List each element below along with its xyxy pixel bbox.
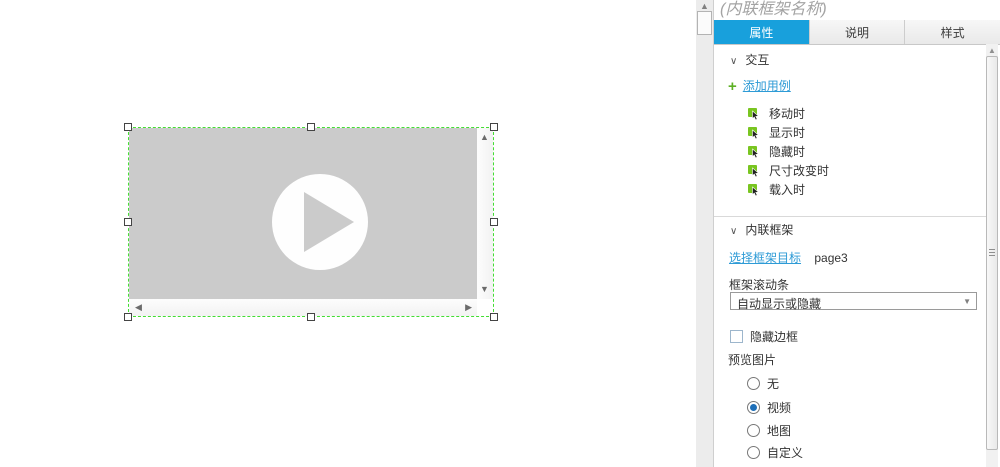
section-interaction-header[interactable]: ∨ 交互 — [730, 51, 769, 68]
radio-button[interactable] — [747, 377, 760, 390]
frame-target-value: page3 — [814, 251, 848, 265]
radio-label: 地图 — [767, 424, 792, 438]
selected-option: 自动显示或隐藏 — [737, 297, 822, 311]
frame-target-row: 选择框架目标 page3 — [729, 249, 848, 266]
selection-handle-w[interactable] — [124, 218, 132, 226]
scroll-up-icon[interactable]: ▲ — [988, 46, 996, 55]
section-divider — [714, 216, 987, 217]
video-preview-image — [129, 128, 477, 299]
add-case-row: + 添加用例 — [728, 77, 791, 95]
radio-button[interactable] — [747, 401, 760, 414]
event-item-onload[interactable]: 载入时 — [748, 181, 805, 198]
section-inline-frame-header[interactable]: ∨ 内联框架 — [730, 221, 793, 238]
radio-label: 无 — [767, 377, 780, 391]
section-title: 内联框架 — [745, 223, 794, 237]
event-label: 载入时 — [769, 183, 806, 197]
selection-handle-n[interactable] — [307, 123, 315, 131]
selection-handle-sw[interactable] — [124, 313, 132, 321]
preview-option-none: 无 — [747, 375, 779, 392]
tab-notes[interactable]: 说明 — [808, 20, 905, 44]
frame-scrollbar-label: 框架滚动条 — [729, 278, 790, 292]
frame-scrollbar-select[interactable]: 自动显示或隐藏 ▼ — [730, 292, 977, 311]
chevron-down-icon: ▼ — [963, 297, 971, 306]
hide-border-row: 隐藏边框 — [730, 328, 798, 345]
cursor-event-icon — [748, 183, 760, 196]
selection-handle-nw[interactable] — [124, 123, 132, 131]
selection-handle-se[interactable] — [490, 313, 498, 321]
scrollbar-thumb[interactable] — [697, 11, 712, 35]
radio-label: 自定义 — [767, 446, 804, 460]
scrollbar-thumb[interactable] — [986, 56, 998, 450]
panel-tabs: 属性 说明 样式 — [714, 20, 1000, 45]
preview-image-label: 预览图片 — [728, 353, 777, 367]
widget-horizontal-scrollbar[interactable]: ◀ ▶ — [129, 299, 477, 316]
event-label: 显示时 — [769, 126, 806, 140]
hide-border-label: 隐藏边框 — [750, 330, 799, 344]
cursor-event-icon — [748, 107, 760, 120]
radio-button[interactable] — [747, 424, 760, 437]
scroll-down-icon[interactable]: ▼ — [480, 285, 489, 294]
event-item-onmove[interactable]: 移动时 — [748, 105, 805, 122]
radio-label: 视频 — [767, 401, 792, 415]
tab-style[interactable]: 样式 — [904, 20, 1000, 44]
event-label: 尺寸改变时 — [769, 164, 830, 178]
panel-vertical-scrollbar[interactable]: ▲ — [986, 44, 998, 467]
select-frame-target-link[interactable]: 选择框架目标 — [729, 251, 801, 265]
chevron-down-icon: ∨ — [730, 226, 738, 237]
preview-option-map: 地图 — [747, 422, 791, 439]
preview-option-custom: 自定义 — [747, 444, 803, 461]
play-triangle-icon — [304, 192, 354, 252]
scroll-up-icon[interactable]: ▲ — [700, 1, 709, 11]
scroll-up-icon[interactable]: ▲ — [480, 133, 489, 142]
event-label: 移动时 — [769, 107, 806, 121]
scroll-right-icon[interactable]: ▶ — [465, 303, 472, 312]
event-item-onshow[interactable]: 显示时 — [748, 124, 805, 141]
add-case-link[interactable]: 添加用例 — [743, 79, 791, 93]
event-label: 隐藏时 — [769, 145, 806, 159]
selection-handle-ne[interactable] — [490, 123, 498, 131]
radio-dot — [750, 404, 757, 411]
selection-handle-e[interactable] — [490, 218, 498, 226]
play-button-icon — [272, 174, 368, 270]
cursor-event-icon — [748, 126, 760, 139]
section-title: 交互 — [745, 53, 770, 67]
preview-option-video: 视频 — [747, 399, 791, 416]
event-item-onhide[interactable]: 隐藏时 — [748, 143, 805, 160]
hide-border-checkbox[interactable] — [730, 330, 743, 343]
inline-frame-widget[interactable]: ▲ ▼ ◀ ▶ — [124, 123, 498, 321]
cursor-event-icon — [748, 164, 760, 177]
properties-panel: (内联框架名称) 属性 说明 样式 ∨ 交互 + 添加用例 移动时 显示时 隐藏时 … — [713, 0, 1000, 467]
cursor-event-icon — [748, 145, 760, 158]
widget-name-placeholder[interactable]: (内联框架名称) — [720, 0, 827, 19]
canvas-area[interactable]: ▲ ▼ ◀ ▶ — [0, 0, 696, 467]
event-item-onresize[interactable]: 尺寸改变时 — [748, 162, 829, 179]
selection-handle-s[interactable] — [307, 313, 315, 321]
chevron-down-icon: ∨ — [730, 56, 738, 67]
canvas-vertical-scrollbar[interactable]: ▲ — [696, 0, 713, 467]
tab-properties[interactable]: 属性 — [714, 20, 809, 44]
app-window: ▲ ▼ ◀ ▶ ▲ (内联框架名称) 属性 说明 样式 ∨ 交互 + 添加用例 … — [0, 0, 1000, 467]
radio-button[interactable] — [747, 446, 760, 459]
plus-icon: + — [728, 78, 737, 95]
widget-vertical-scrollbar[interactable]: ▲ ▼ — [477, 128, 493, 299]
scroll-left-icon[interactable]: ◀ — [135, 303, 142, 312]
scrollbar-grip-icon — [989, 249, 995, 257]
